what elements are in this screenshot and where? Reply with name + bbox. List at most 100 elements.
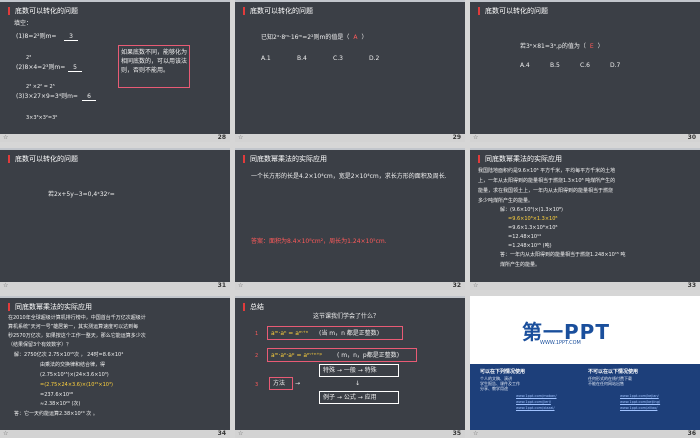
brand-url[interactable]: WWW.1PPT.COM (540, 340, 581, 346)
slide-number: 28 (217, 134, 226, 141)
option-c: C.3 (333, 55, 343, 62)
problem-line-3: 秒2570万亿次，如果按这个工作一整天，那么它能运算多少次 (8, 333, 146, 339)
answer-2: 5 (68, 64, 82, 72)
star-icon: ☆ (238, 282, 244, 289)
formula-2: aᵐ·aⁿ·aᵖ = aᵐ⁺ⁿ⁺ᵖ (271, 352, 323, 359)
question-close: ） (361, 34, 368, 41)
flow-2: 例子 → 公式 → 应用 (323, 394, 377, 401)
flow-down-arrow: ↓ (355, 380, 361, 387)
slide-title: 底数可以转化的问题 (8, 7, 78, 15)
marker-1: 1 (255, 331, 259, 337)
slide-32[interactable]: 同底数幂乘法的实际应用 一个长方形的长是4.2×10⁴cm，宽是2×10⁴cm，… (235, 148, 465, 290)
slide-top-bar (0, 296, 230, 298)
slide-title: 底数可以转化的问题 (243, 7, 313, 15)
slide-top-bar (470, 0, 700, 2)
link-5[interactable]: www.1ppt.com/beijing/ (620, 400, 660, 404)
problem-line-1: 在2010年全球超级计算机排行榜中，中国首台千万亿次超级计 (8, 315, 146, 321)
fill-label: 填空： (14, 20, 33, 27)
formula-1: aᵐ·aⁿ = aᵐ⁺ⁿ (271, 330, 309, 337)
slide-title: 底数可以转化的问题 (478, 7, 548, 15)
star-icon: ☆ (238, 134, 244, 141)
method-label: 方法 (273, 380, 286, 387)
slide-footer: ☆ 29 (235, 134, 465, 142)
solution-line-4: =12.48×10¹⁴ (508, 234, 542, 240)
line-3-sub: 3×3³×3²=3⁶ (26, 115, 58, 121)
link-3[interactable]: www.1ppt.com/xiazai/ (516, 406, 555, 410)
line-2-sub: 2³ ×2² = 2⁵ (26, 84, 55, 90)
line-1: (1)8=2²则m= (16, 33, 57, 40)
solution-line-2: =9.6×10⁶×1.3×10⁸ (508, 216, 558, 222)
question-close: ） (597, 43, 604, 50)
result-line-2: 煤所产生的能量。 (500, 262, 541, 268)
star-icon: ☆ (473, 430, 479, 437)
solution-line-5: =1.248×10¹⁵ (吨) (508, 243, 552, 249)
slide-title: 同底数幂乘法的实际应用 (243, 155, 327, 163)
formula-1-condition: (当 m，n 都是正整数) (319, 330, 380, 337)
slide-footer: ☆ 32 (235, 282, 465, 290)
link-1[interactable]: www.1ppt.com/moban/ (516, 394, 557, 398)
question: 若3ⁿ×81=3ⁿ,p的值为（ E） (520, 43, 604, 50)
question: 已知2ˣ·8ᵐ·16ᵐ=2²则m的值是（ A） (261, 34, 367, 41)
marker-2: 2 (255, 353, 259, 359)
slide-34[interactable]: 同底数幂乘法的实际应用 在2010年全球超级计算机排行榜中，中国首台千万亿次超级… (0, 296, 230, 438)
star-icon: ☆ (473, 134, 479, 141)
slide-title: 同底数幂乘法的实际应用 (478, 155, 562, 163)
slide-28[interactable]: 底数可以转化的问题 填空： (1)8=2²则m= 3 2³ (2)8×4=2³则… (0, 0, 230, 142)
question-text: 若3ⁿ×81=3ⁿ,p的值为（ (520, 43, 586, 50)
slide-29[interactable]: 底数可以转化的问题 已知2ˣ·8ᵐ·16ᵐ=2²则m的值是（ A） A.1 B.4… (235, 0, 465, 142)
slide-top-bar (0, 148, 230, 150)
slide-30[interactable]: 底数可以转化的问题 若3ⁿ×81=3ⁿ,p的值为（ E） A.4 B.5 C.6 … (470, 0, 700, 142)
link-4[interactable]: www.1ppt.com/kejian/ (620, 394, 659, 398)
answer-1: 3 (64, 33, 78, 41)
result-line: 答：它一天约能运算2.38×10²⁰ 次 。 (14, 411, 98, 417)
solution-line-5: =237.6×10¹⁸ (40, 392, 74, 398)
summary-heading: 这节课我们学会了什么？ (313, 313, 380, 320)
line-1-sub: 2³ (26, 55, 32, 61)
problem-line-4: 多少吨煤所产生的能量。 (478, 198, 534, 204)
slide-footer: ☆ 30 (470, 134, 700, 142)
problem-text: 一个长方形的长是4.2×10⁴cm，宽是2×10⁴cm，求长方形的面积及周长. (251, 173, 447, 180)
option-a: A.4 (520, 62, 530, 69)
solution-line-1: 解：(9.6×10⁶)×(1.3×10⁸) (500, 207, 564, 213)
option-c: C.6 (580, 62, 590, 69)
question: 若2x+5y−3=0,4ˣ32ʸ= (48, 191, 115, 198)
marker-3: 3 (255, 382, 259, 388)
slide-number: 35 (452, 430, 461, 437)
link-6[interactable]: www.1ppt.com/ziliao/ (620, 406, 657, 410)
slide-number: 33 (687, 282, 696, 289)
slide-title: 同底数幂乘法的实际应用 (8, 303, 92, 311)
slide-31[interactable]: 底数可以转化的问题 若2x+5y−3=0,4ˣ32ʸ= ☆ 31 (0, 148, 230, 290)
slide-top-bar (235, 296, 465, 298)
slide-33[interactable]: 同底数幂乘法的实际应用 我国陆地面积约是9.6×10⁶ 平方千米，平均每平方千米… (470, 148, 700, 290)
slide-number: 29 (452, 134, 461, 141)
allowed-3: 分享、教学用途 (480, 386, 508, 391)
line-3: (3)3×27×9=3⁴则m= (16, 93, 78, 100)
star-icon: ☆ (473, 282, 479, 289)
flow-1: 特殊 → 一般 → 特殊 (323, 367, 377, 374)
slide-title: 总结 (243, 303, 264, 311)
solution-line-6: ≈2.38×10²⁰ (次) (40, 401, 81, 407)
star-icon: ☆ (238, 430, 244, 437)
slide-top-bar (235, 0, 465, 2)
allowed-heading: 可以在下列情况使用 (480, 369, 526, 375)
slide-title: 底数可以转化的问题 (8, 155, 78, 163)
problem-line-4: （结果保留3个有效数字）？ (8, 342, 72, 348)
slide-35[interactable]: 总结 这节课我们学会了什么？ 1 aᵐ·aⁿ = aᵐ⁺ⁿ (当 m，n 都是正… (235, 296, 465, 438)
star-icon: ☆ (3, 134, 9, 141)
slide-footer: ☆ 33 (470, 282, 700, 290)
solution-line-1: 解：2750亿次 2.75×10¹⁵次 ， 24时=8.6×10⁴ (14, 352, 124, 358)
slide-number: 30 (687, 134, 696, 141)
formula-2-condition: ( m，n，p都是正整数) (337, 352, 400, 359)
option-b: B.4 (297, 55, 307, 62)
result-line-1: 答：一年内从太阳得到的能量相当于燃烧1.248×10¹⁵ 吨 (500, 252, 626, 258)
slide-number: 34 (217, 430, 226, 437)
slide-footer: ☆ 34 (0, 430, 230, 438)
slide-footer: ☆ 31 (0, 282, 230, 290)
option-d: D.2 (369, 55, 380, 62)
forbidden-heading: 不可以在以下情况使用 (588, 369, 639, 375)
option-b: B.5 (550, 62, 560, 69)
slide-top-bar (470, 148, 700, 150)
link-2[interactable]: www.1ppt.com/jieri/ (516, 400, 551, 404)
slide-36[interactable]: 第一PPT WWW.1PPT.COM 可以在下列情况使用 个人的文稿、演讲 学生… (470, 296, 700, 438)
problem-line-3: 能量，求在我国领土上，一年内从太阳得到的能量相当于燃烧 (478, 188, 614, 194)
